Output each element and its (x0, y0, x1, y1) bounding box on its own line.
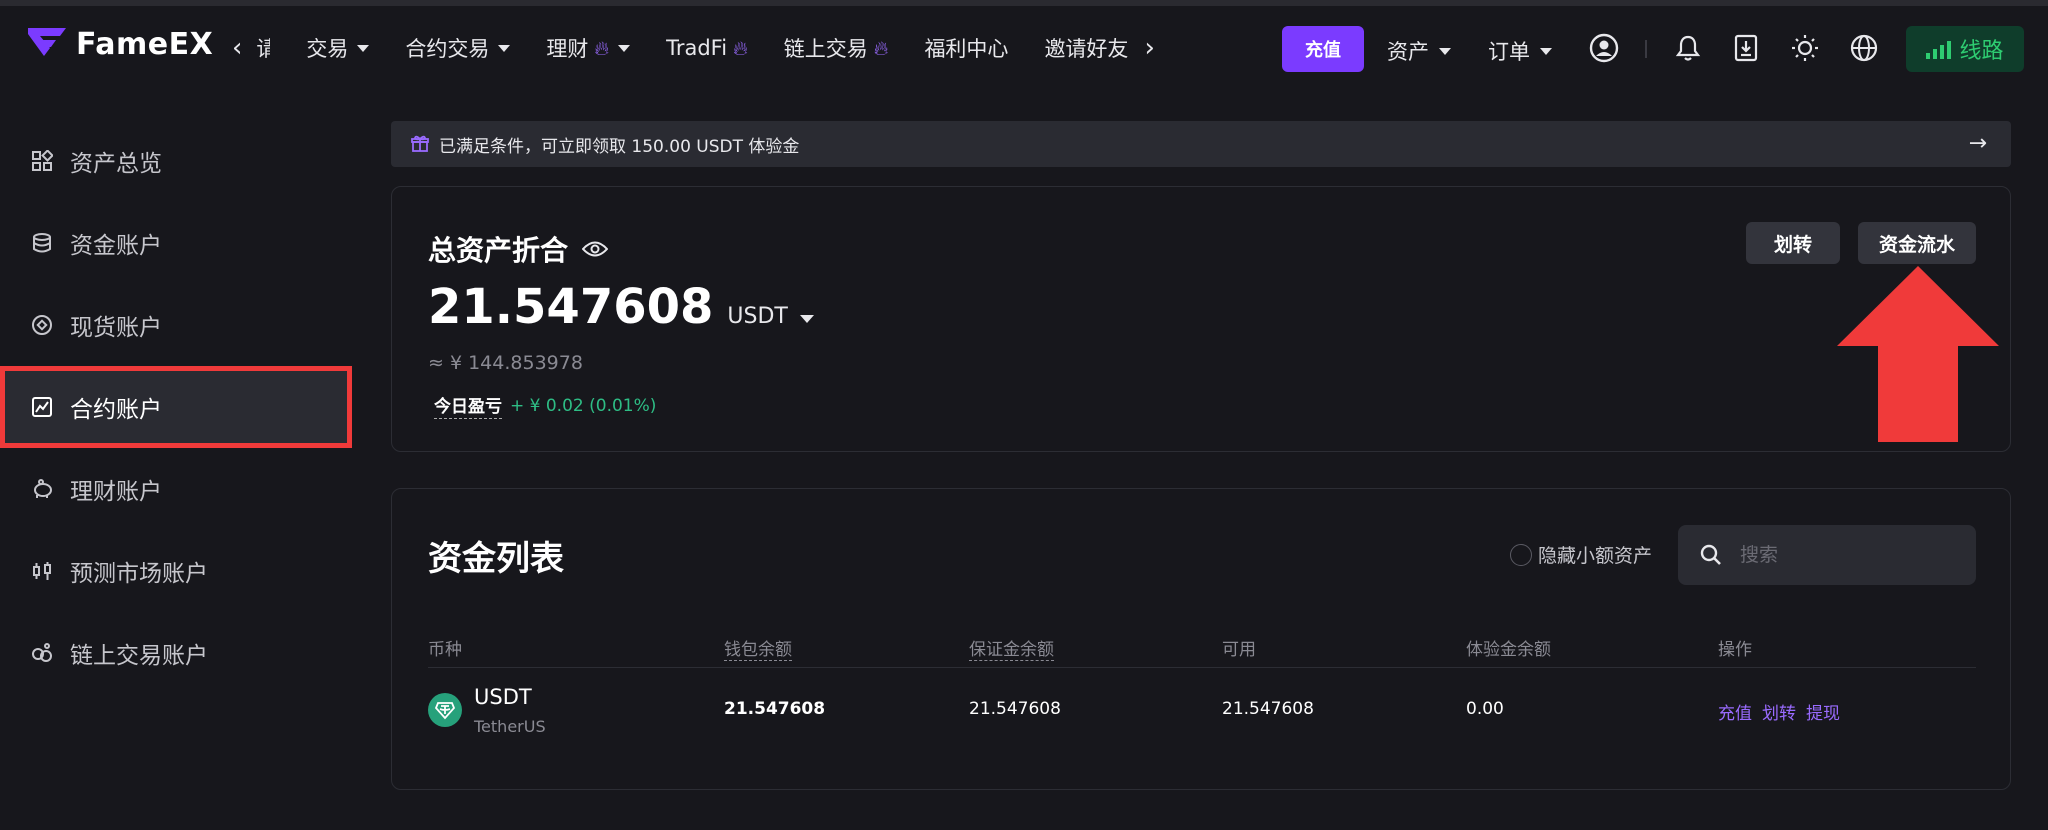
col-header-coin: 币种 (428, 640, 462, 660)
coin-fullname: TetherUS (474, 717, 546, 736)
chain-icon (30, 641, 54, 665)
wallet-balance: 21.547608 (724, 699, 826, 719)
col-header-available: 可用 (1222, 640, 1256, 660)
nav-scroll-left-icon[interactable]: ‹ (232, 33, 242, 63)
col-header-trial: 体验金余额 (1466, 640, 1551, 660)
nav-item-futures[interactable]: 合约交易 (405, 33, 511, 63)
network-line-button[interactable]: 线路 (1906, 26, 2024, 72)
signal-bars-icon (1926, 39, 1952, 59)
orders-menu[interactable]: 订单 (1488, 36, 1552, 66)
pnl-label[interactable]: 今日盈亏 (434, 392, 502, 419)
sidebar-item-funding[interactable]: 资金账户 (0, 202, 352, 284)
target-icon (30, 313, 54, 337)
nav-item-truncated[interactable]: 请 (256, 33, 270, 63)
nav-item-rewards[interactable]: 福利中心 (924, 33, 1008, 63)
candlestick-icon (30, 559, 54, 583)
approx-cny-value: ≈ ¥ 144.853978 (428, 352, 583, 374)
col-header-wallet[interactable]: 钱包余额 (724, 635, 792, 661)
sidebar-item-label: 链上交易账户 (70, 643, 208, 669)
assets-menu[interactable]: 资产 (1387, 36, 1451, 66)
fameex-logo-icon (28, 28, 66, 56)
checkbox[interactable] (1510, 543, 1532, 566)
arrow-right-icon[interactable]: → (1969, 131, 1987, 156)
brand-name: FameEX (76, 26, 214, 62)
chevron-down-icon (498, 44, 511, 52)
globe-icon[interactable] (1848, 32, 1880, 64)
red-arrow-annotation-icon (1837, 266, 1999, 442)
available-balance: 21.547608 (1222, 699, 1314, 719)
chevron-down-icon (1439, 47, 1451, 55)
total-assets-card: 总资产折合 21.547608 USDT ≈ ¥ 144.853978 今日盈亏… (391, 186, 2011, 452)
transfer-button[interactable]: 划转 (1746, 222, 1840, 264)
sidebar-item-onchain[interactable]: 链上交易账户 (0, 612, 352, 694)
usdt-coin-icon (428, 693, 462, 727)
search-box[interactable] (1678, 525, 1976, 585)
row-deposit-link[interactable]: 充值 (1718, 699, 1752, 724)
header-divider (1645, 40, 1647, 58)
sidebar-item-overview[interactable]: 资产总览 (0, 120, 352, 202)
sidebar-item-earn[interactable]: 理财账户 (0, 448, 352, 530)
brand-logo[interactable]: FameEX (26, 26, 213, 62)
piggy-bank-icon (30, 477, 54, 501)
total-assets-title: 总资产折合 (428, 229, 609, 269)
row-transfer-link[interactable]: 划转 (1762, 699, 1796, 724)
currency-selector[interactable]: USDT (727, 304, 814, 329)
asset-list-card: 资金列表 隐藏小额资产 币种 钱包余额 保证金余额 可用 体验金余额 操作 US… (391, 488, 2011, 790)
banner-text: 已满足条件，可立即领取 150.00 USDT 体验金 (439, 136, 800, 157)
total-assets-value: 21.547608 USDT (428, 279, 814, 335)
pnl-value: + ¥ 0.02 (0.01%) (510, 395, 657, 416)
nav-scroll-right-icon[interactable]: › (1144, 33, 1154, 63)
sidebar-item-spot[interactable]: 现货账户 (0, 284, 352, 366)
eye-icon[interactable] (582, 240, 609, 258)
col-header-actions: 操作 (1718, 640, 1752, 660)
gift-icon (411, 135, 429, 152)
sidebar-item-label: 现货账户 (70, 315, 162, 341)
sidebar-item-label: 资产总览 (70, 151, 162, 177)
user-avatar-icon[interactable] (1588, 32, 1620, 64)
fund-flow-button[interactable]: 资金流水 (1858, 222, 1976, 264)
search-input[interactable] (1740, 544, 1960, 566)
hide-small-assets-toggle[interactable]: 隐藏小额资产 (1510, 541, 1652, 568)
contract-chart-icon (30, 395, 54, 419)
caret-down-icon (799, 315, 814, 323)
database-icon (30, 231, 54, 255)
nav-item-earn[interactable]: 理财 🔥︎ (546, 33, 631, 63)
chevron-down-icon (1540, 47, 1552, 55)
download-icon[interactable] (1730, 32, 1762, 64)
main-nav: ‹ 请 交易 合约交易 理财 🔥︎ TradFi 🔥︎ 链上交易 🔥︎ 福利中心 邀请… (232, 28, 1169, 68)
nav-item-tradfi[interactable]: TradFi 🔥︎ (666, 36, 748, 60)
bell-icon[interactable] (1672, 32, 1704, 64)
sidebar-item-label: 预测市场账户 (70, 561, 208, 587)
theme-sun-icon[interactable] (1789, 32, 1821, 64)
sidebar-item-prediction[interactable]: 预测市场账户 (0, 530, 352, 612)
sidebar-item-futures[interactable]: 合约账户 (0, 366, 352, 448)
today-pnl: 今日盈亏 + ¥ 0.02 (0.01%) (434, 392, 656, 419)
chevron-down-icon (357, 44, 370, 52)
asset-list-title: 资金列表 (428, 539, 564, 579)
trial-bonus-banner[interactable]: 已满足条件，可立即领取 150.00 USDT 体验金 → (391, 121, 2011, 167)
row-withdraw-link[interactable]: 提现 (1806, 699, 1840, 724)
nav-item-invite[interactable]: 邀请好友 (1044, 33, 1128, 63)
row-actions: 充值 划转 提现 (1718, 699, 1840, 724)
sidebar-item-label: 合约账户 (70, 397, 162, 423)
deposit-button[interactable]: 充值 (1282, 26, 1364, 72)
header-divider (428, 667, 1976, 668)
total-amount: 21.547608 (428, 279, 714, 335)
fire-icon: 🔥︎ (733, 36, 748, 60)
fire-icon: 🔥︎ (873, 36, 889, 60)
margin-balance: 21.547608 (969, 699, 1061, 719)
trial-balance: 0.00 (1466, 699, 1504, 719)
sidebar-item-label: 理财账户 (70, 479, 162, 505)
col-header-margin[interactable]: 保证金余额 (969, 635, 1054, 661)
top-header: FameEX ‹ 请 交易 合约交易 理财 🔥︎ TradFi 🔥︎ 链上交易 🔥︎ … (0, 6, 2048, 78)
chevron-down-icon (618, 44, 631, 52)
fire-icon: 🔥︎ (594, 36, 610, 60)
nav-item-onchain[interactable]: 链上交易 🔥︎ (784, 33, 889, 63)
grid-icon (30, 149, 54, 173)
search-icon (1700, 544, 1721, 565)
nav-item-trade[interactable]: 交易 (306, 33, 370, 63)
coin-symbol: USDT (474, 685, 532, 709)
sidebar-item-label: 资金账户 (70, 233, 162, 259)
